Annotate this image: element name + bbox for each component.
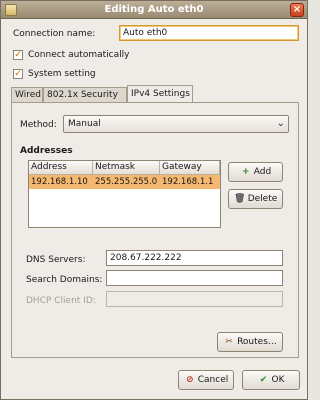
- method-value: Manual: [68, 119, 101, 129]
- edit-connection-window: Editing Auto eth0 × Connection name: Aut…: [0, 0, 308, 400]
- tab-wired[interactable]: Wired: [11, 87, 43, 103]
- dhcp-client-id-label: DHCP Client ID:: [26, 296, 96, 306]
- system-setting-label: System setting: [28, 69, 96, 79]
- connect-automatically-label: Connect automatically: [28, 50, 130, 60]
- cell-address[interactable]: 192.168.1.10: [29, 175, 93, 189]
- search-domains-label: Search Domains:: [26, 275, 103, 285]
- close-window-button[interactable]: ×: [290, 3, 304, 17]
- ipv4-settings-panel: Method: Manual ⌄ Addresses Address Netma…: [11, 102, 299, 358]
- tab-8021x-security[interactable]: 802.1x Security: [43, 87, 127, 103]
- title-bar[interactable]: Editing Auto eth0 ×: [1, 1, 307, 19]
- add-icon: +: [242, 167, 250, 177]
- column-header-gateway[interactable]: Gateway: [160, 161, 220, 175]
- search-domains-input[interactable]: [106, 270, 283, 286]
- routes-button[interactable]: ✂ Routes…: [217, 332, 283, 352]
- cell-netmask[interactable]: 255.255.255.0: [93, 175, 160, 189]
- close-icon: ×: [292, 4, 302, 15]
- cancel-button[interactable]: ⊘ Cancel: [178, 370, 234, 390]
- trash-icon: 🗑: [233, 194, 246, 204]
- cancel-button-label: Cancel: [197, 375, 229, 385]
- connection-name-label: Connection name:: [13, 29, 96, 39]
- tools-icon: ✂: [225, 337, 233, 347]
- cell-gateway[interactable]: 192.168.1.1: [160, 175, 220, 189]
- ok-button[interactable]: ✔ OK: [242, 370, 300, 390]
- method-select[interactable]: Manual ⌄: [63, 115, 289, 133]
- add-button-label: Add: [253, 167, 272, 177]
- column-header-address[interactable]: Address: [29, 161, 93, 175]
- add-address-button[interactable]: + Add: [228, 162, 283, 182]
- cancel-icon: ⊘: [185, 375, 194, 385]
- checkmark-icon: ✔: [259, 375, 268, 385]
- column-header-netmask[interactable]: Netmask: [93, 161, 160, 175]
- delete-address-button[interactable]: 🗑 Delete: [228, 189, 283, 209]
- chevron-down-icon: ⌄: [276, 118, 285, 129]
- dhcp-client-id-input: [106, 291, 283, 307]
- system-setting-checkbox[interactable]: ✓: [13, 69, 23, 79]
- ok-button-label: OK: [271, 375, 285, 385]
- method-label: Method:: [20, 120, 57, 130]
- dns-servers-label: DNS Servers:: [26, 255, 86, 265]
- connection-name-input[interactable]: Auto eth0: [119, 25, 299, 41]
- connect-automatically-checkbox[interactable]: ✓: [13, 50, 23, 60]
- addresses-table[interactable]: Address Netmask Gateway 192.168.1.10 255…: [28, 160, 221, 228]
- tab-ipv4-settings[interactable]: IPv4 Settings: [127, 85, 193, 103]
- addresses-section-title: Addresses: [20, 146, 73, 156]
- table-row[interactable]: 192.168.1.10 255.255.255.0 192.168.1.1: [29, 175, 220, 189]
- dns-servers-input[interactable]: 208.67.222.222: [106, 250, 283, 266]
- routes-button-label: Routes…: [237, 337, 277, 347]
- window-title: Editing Auto eth0: [104, 4, 204, 15]
- delete-button-label: Delete: [247, 194, 278, 204]
